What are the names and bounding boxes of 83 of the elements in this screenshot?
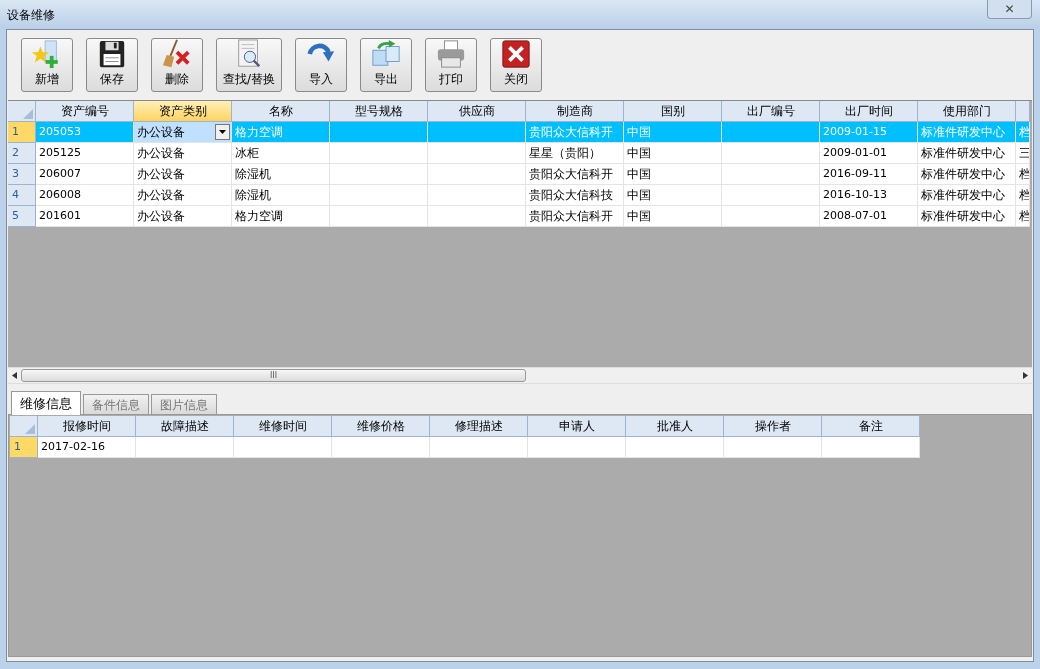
table-cell: 标准件研发中心 xyxy=(918,185,1016,206)
table-cell: 2009-01-15 xyxy=(820,122,918,143)
table-cell: 中国 xyxy=(624,143,722,164)
row-header[interactable]: 4 xyxy=(8,185,36,206)
table-cell: 2008-07-01 xyxy=(820,206,918,227)
table-cell: 星星（贵阳） xyxy=(526,143,624,164)
row-header[interactable]: 1 xyxy=(10,437,38,458)
table-cell: 2017-02-16 xyxy=(38,437,136,458)
table-cell: 贵阳众大信科开 xyxy=(526,164,624,185)
toolbar-button[interactable]: 新增 xyxy=(21,38,73,92)
column-header[interactable]: 修理描述 xyxy=(430,416,528,437)
table-cell: 2016-09-11 xyxy=(820,164,918,185)
column-header[interactable]: 国别 xyxy=(624,101,722,122)
toolbar-button[interactable]: 删除 xyxy=(151,38,203,92)
scroll-left-icon[interactable] xyxy=(12,372,17,379)
table-cell: 2016-10-13 xyxy=(820,185,918,206)
triangle-icon xyxy=(25,424,35,434)
column-header[interactable]: 出厂时间 xyxy=(820,101,918,122)
table-cell: 标准件研发中心 xyxy=(918,143,1016,164)
column-header[interactable]: 故障描述 xyxy=(136,416,234,437)
column-header[interactable]: 维修价格 xyxy=(332,416,430,437)
column-header[interactable]: 制造商 xyxy=(526,101,624,122)
broom-cross-icon xyxy=(161,39,193,69)
table-cell: 办公设备 xyxy=(134,164,232,185)
horizontal-scrollbar[interactable]: III xyxy=(8,367,1032,384)
table-cell: 206007 xyxy=(36,164,134,185)
row-header[interactable]: 2 xyxy=(8,143,36,164)
toolbar-button[interactable]: 查找/替换 xyxy=(216,38,283,92)
toolbar-button[interactable]: 导入 xyxy=(295,38,348,92)
table-cell: 标准件研发中心 xyxy=(918,206,1016,227)
column-header[interactable]: 资产编号 xyxy=(36,101,134,122)
column-header[interactable]: 使用部门 xyxy=(918,101,1016,122)
scroll-right-icon[interactable] xyxy=(1023,372,1028,379)
table-cell: 标准件研发中心 xyxy=(918,122,1016,143)
table-cell: 格力空调 xyxy=(232,206,330,227)
column-header[interactable]: 操作者 xyxy=(724,416,822,437)
column-header[interactable]: 型号规格 xyxy=(330,101,428,122)
table-cell: 贵阳众大信科技 xyxy=(526,185,624,206)
row-header[interactable]: 5 xyxy=(8,206,36,227)
table-cell: 贵阳众大信科开 xyxy=(526,122,624,143)
column-header[interactable]: 资产类别 xyxy=(134,101,232,122)
row-header[interactable]: 1 xyxy=(8,122,36,143)
column-header[interactable]: 报修时间 xyxy=(38,416,136,437)
table-cell: 中国 xyxy=(624,122,722,143)
table-cell: 中国 xyxy=(624,185,722,206)
row-header[interactable]: 3 xyxy=(8,164,36,185)
toolbar-button[interactable]: 导出 xyxy=(360,38,413,92)
category-dropdown[interactable]: 办公设备 xyxy=(134,122,232,143)
close-icon xyxy=(500,39,533,69)
windows-arrow-icon xyxy=(370,39,403,69)
toolbar-button[interactable]: 打印 xyxy=(425,38,478,92)
column-header[interactable]: 批准人 xyxy=(626,416,724,437)
table-cell: 冰柜 xyxy=(232,143,330,164)
window-title: 设备维修 xyxy=(7,7,55,24)
table-cell: 中国 xyxy=(624,164,722,185)
table-cell: 206008 xyxy=(36,185,134,206)
table-cell: 除湿机 xyxy=(232,185,330,206)
column-header[interactable]: 供应商 xyxy=(428,101,526,122)
column-header[interactable]: 维修时间 xyxy=(234,416,332,437)
column-header[interactable]: 申请人 xyxy=(528,416,626,437)
column-header[interactable]: 出厂编号 xyxy=(722,101,820,122)
table-cell: 办公设备 xyxy=(134,185,232,206)
table-cell: 标准件研发中心 xyxy=(918,164,1016,185)
table-cell: 贵阳众大信科开 xyxy=(526,206,624,227)
close-button[interactable]: ✕ xyxy=(987,0,1032,19)
table-cell: 办公设备 xyxy=(134,206,232,227)
tab[interactable]: 维修信息 xyxy=(11,391,81,415)
table-cell: 205053 xyxy=(36,122,134,143)
table-cell: 201601 xyxy=(36,206,134,227)
table-cell: 办公设备 xyxy=(134,143,232,164)
toolbar-button[interactable]: 保存 xyxy=(86,38,138,92)
triangle-icon xyxy=(23,109,33,119)
tab[interactable]: 图片信息 xyxy=(151,394,217,414)
table-cell: 除湿机 xyxy=(232,164,330,185)
table-cell: 2009-01-01 xyxy=(820,143,918,164)
toolbar-button[interactable]: 关闭 xyxy=(490,38,543,92)
tab[interactable]: 备件信息 xyxy=(83,394,149,414)
table-cell: 格力空调 xyxy=(232,122,330,143)
column-header[interactable]: 备注 xyxy=(822,416,920,437)
scroll-thumb[interactable]: III xyxy=(21,369,526,382)
column-header[interactable]: 名称 xyxy=(232,101,330,122)
table-cell: 中国 xyxy=(624,206,722,227)
table-cell: 205125 xyxy=(36,143,134,164)
